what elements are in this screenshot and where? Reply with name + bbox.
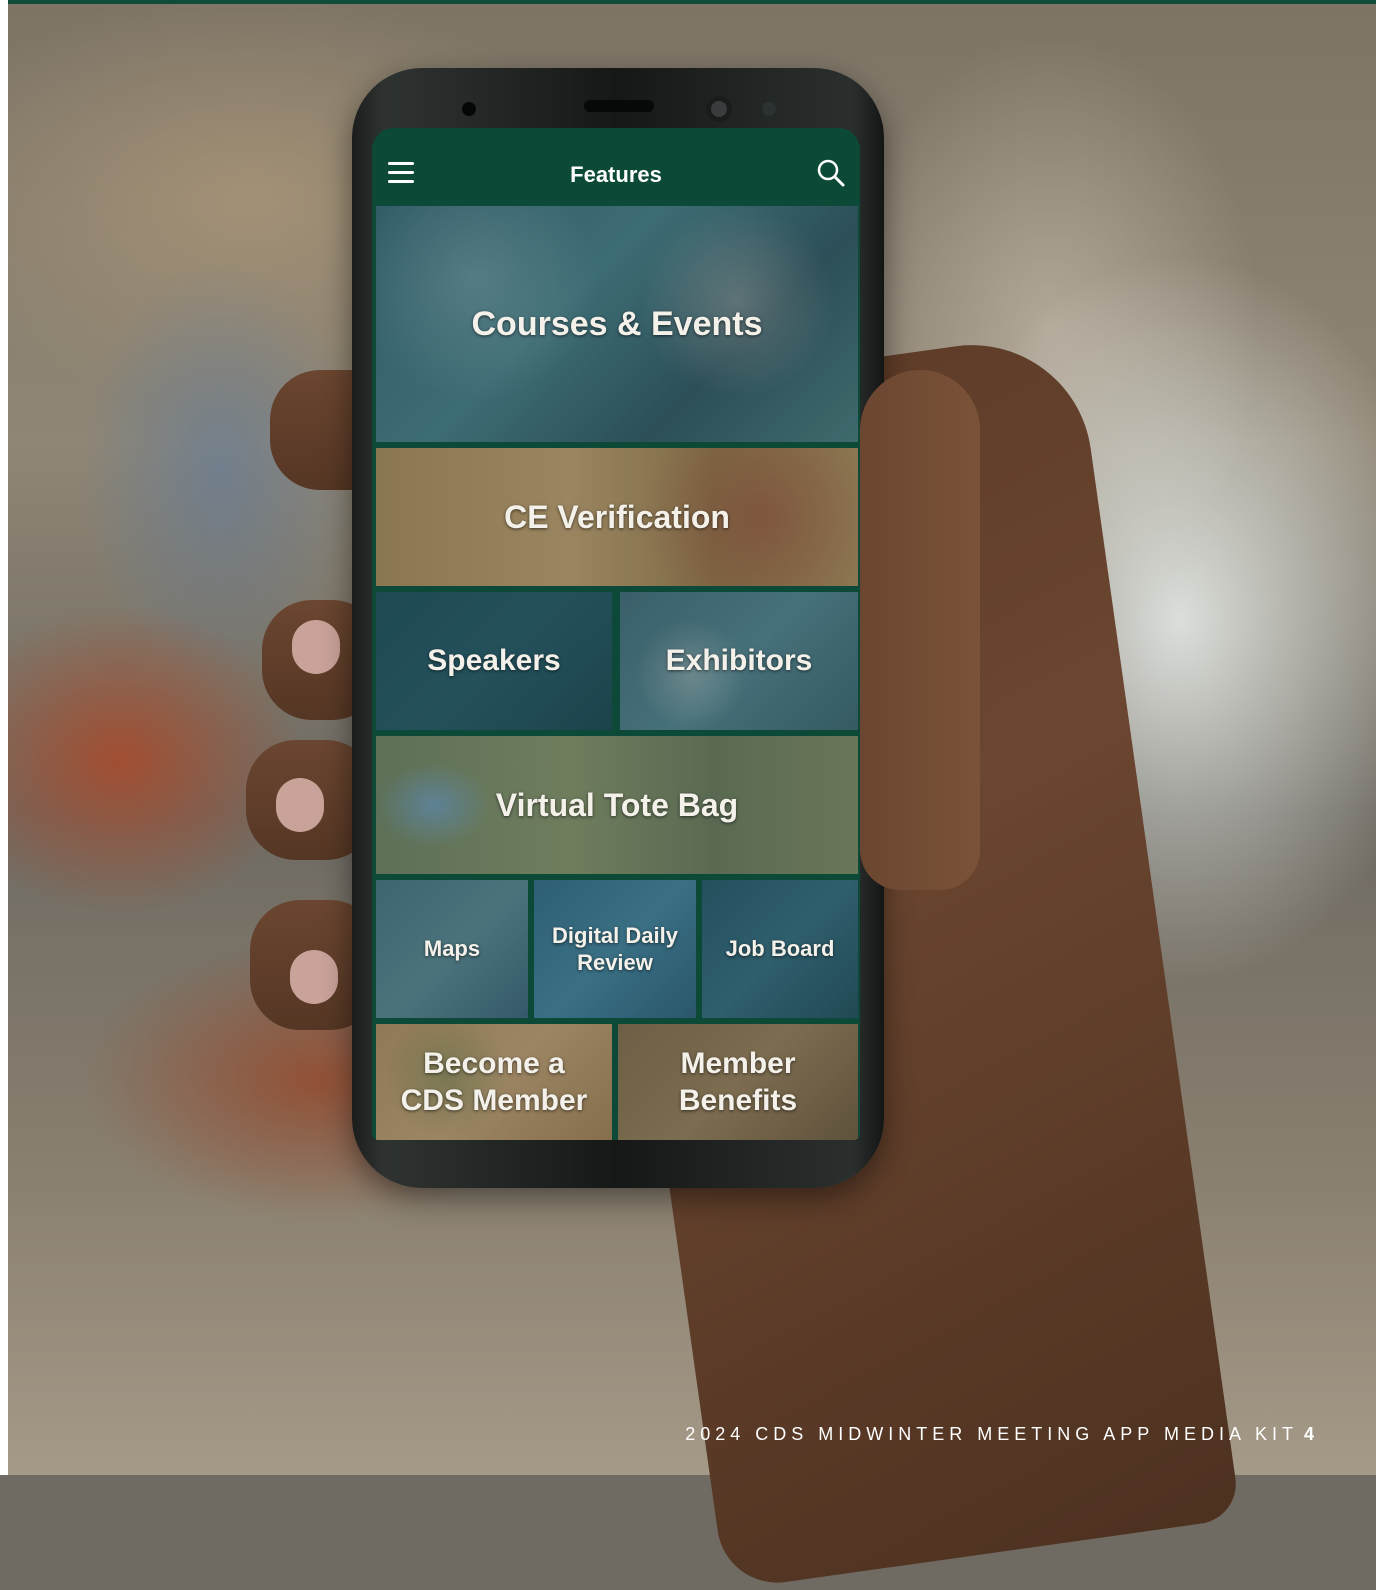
tile-job-board[interactable]: Job Board [702,880,858,1018]
tile-label: Virtual Tote Bag [495,787,739,823]
tile-label: Maps [423,936,481,962]
fingernail [290,950,338,1004]
tile-exhibitors[interactable]: Exhibitors [620,592,858,730]
tile-label: CE Verification [504,499,730,535]
tile-label-line: Digital Daily [552,922,678,948]
tile-label: Become a CDS Member [401,1045,588,1120]
phone-camera [706,96,732,122]
tile-label-line: Review [577,950,653,975]
top-accent-bar [0,0,1376,4]
phone-sensor [462,102,476,116]
tile-label: Digital Daily Review [552,922,678,977]
tile-become-member[interactable]: Become a CDS Member [376,1024,612,1140]
footer: 2024 CDS MIDWINTER MEETING APP MEDIA KIT… [685,1424,1314,1445]
tile-member-benefits[interactable]: Member Benefits [618,1024,858,1140]
footer-text: 2024 CDS MIDWINTER MEETING APP MEDIA KIT [685,1424,1298,1444]
tile-maps[interactable]: Maps [376,880,528,1018]
tile-label: Courses & Events [471,304,763,343]
tile-label: Member Benefits [679,1045,797,1120]
tile-label: Speakers [427,644,561,678]
app-header: Features [372,128,860,202]
left-margin [0,0,8,1475]
thumb [860,370,980,890]
fingernail [276,778,324,832]
app-screen: Features Courses & Events CE Verificatio… [372,128,860,1140]
tile-label-line: Member [680,1046,796,1080]
tile-label-line: Become a [423,1046,565,1080]
tile-courses-events[interactable]: Courses & Events [376,206,858,442]
tile-label-line: CDS Member [400,1084,588,1117]
phone-sensor [762,102,776,116]
search-icon[interactable] [816,158,846,188]
tile-ce-verification[interactable]: CE Verification [376,448,858,586]
phone-speaker [584,100,654,112]
tile-label: Exhibitors [665,644,813,678]
page-number: 4 [1303,1424,1314,1444]
tile-virtual-tote-bag[interactable]: Virtual Tote Bag [376,736,858,874]
tile-speakers[interactable]: Speakers [376,592,612,730]
tile-label-line: Benefits [678,1084,798,1117]
page-title: Features [570,162,662,187]
tile-digital-daily-review[interactable]: Digital Daily Review [534,880,696,1018]
tile-label: Job Board [725,936,835,962]
fingernail [292,620,340,674]
